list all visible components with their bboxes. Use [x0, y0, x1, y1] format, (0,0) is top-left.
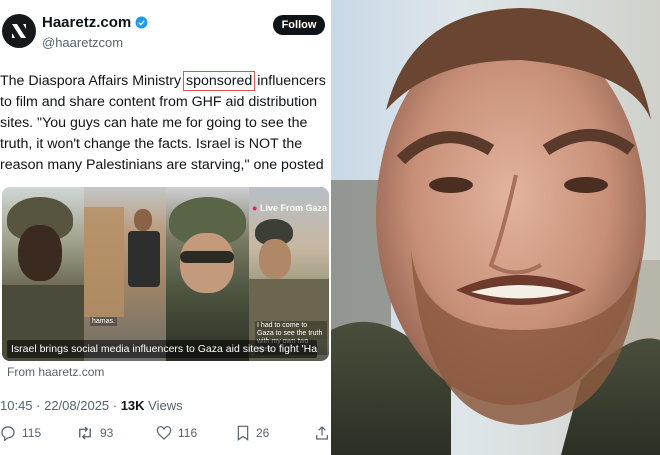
- bookmark-count: 26: [256, 426, 270, 440]
- tweet-text-line: sites. "You guys can hate me for going t…: [0, 115, 308, 131]
- timestamp[interactable]: 10:45 · 22/08/2025 ·: [0, 398, 121, 413]
- views-count: 13K: [120, 398, 145, 413]
- tweet-text-segment: The Diaspora Affairs Ministry: [0, 73, 182, 89]
- share-icon: [316, 426, 328, 440]
- person-shape: [128, 231, 160, 287]
- aid-boxes-shape: [84, 207, 124, 317]
- overlay-text-hamas: hamas.: [90, 317, 117, 326]
- follow-button[interactable]: Follow: [273, 15, 325, 35]
- link-card-image[interactable]: hamas. I had to come to Gaza to see the …: [2, 187, 329, 361]
- verified-badge-icon: [135, 16, 148, 29]
- card-photo-soldier-3: I had to come to Gaza to see the truth w…: [249, 187, 329, 361]
- views-label: Views: [144, 398, 183, 413]
- reply-count: 115: [22, 426, 42, 440]
- card-photo-aid-site: hamas.: [84, 187, 166, 361]
- card-caption[interactable]: Israel brings social media influencers t…: [7, 340, 317, 358]
- tweet-text-segment: influencers: [257, 73, 326, 89]
- bookmark-button[interactable]: 26: [236, 425, 269, 441]
- like-button[interactable]: 116: [156, 425, 197, 441]
- tweet-text-line: The Diaspora Affairs Ministry sponsored …: [0, 71, 331, 92]
- reply-icon: [1, 426, 15, 441]
- sunglasses-shape: [180, 251, 234, 263]
- face-shape: [259, 239, 291, 279]
- face-shape: [134, 209, 152, 231]
- card-photo-soldier-1: [2, 187, 84, 361]
- tweet-metadata: 10:45 · 22/08/2025 · 13K Views: [0, 398, 183, 413]
- like-count: 116: [178, 426, 198, 440]
- face-shape: [180, 233, 234, 293]
- reply-button[interactable]: 115: [0, 425, 41, 441]
- video-frame: [331, 0, 660, 455]
- tweet-text-line: truth, it won't change the facts. Israel…: [0, 136, 303, 152]
- man-face-photo: [331, 8, 660, 455]
- author-handle[interactable]: @haaretzcom: [42, 35, 123, 50]
- tweet-text-line: to film and share content from GHF aid d…: [0, 94, 317, 110]
- haaretz-logo-icon: [12, 24, 26, 38]
- bookmark-icon: [237, 425, 249, 441]
- repost-icon: [79, 426, 91, 440]
- link-source[interactable]: From haaretz.com: [7, 365, 104, 379]
- highlighted-word: sponsored: [183, 71, 256, 91]
- repost-count: 93: [100, 426, 114, 440]
- heart-icon: [156, 426, 172, 440]
- action-bar: 115 93 116 26: [0, 425, 331, 445]
- share-button[interactable]: [314, 425, 330, 441]
- tweet-text-line: reason many Palestinians are starving," …: [0, 157, 324, 173]
- face-shape: [18, 225, 62, 281]
- haaretz-avatar[interactable]: [2, 14, 36, 48]
- live-from-gaza-badge: ● Live From Gaza: [252, 203, 327, 213]
- live-label: Live From Gaza: [259, 203, 327, 213]
- author-name[interactable]: Haaretz.com: [42, 14, 131, 31]
- repost-button[interactable]: 93: [76, 425, 113, 441]
- live-dot-icon: ●: [252, 203, 258, 213]
- tweet-panel: Haaretz.com @haaretzcom Follow The Diasp…: [0, 0, 331, 455]
- tweet-text: The Diaspora Affairs Ministry sponsored …: [0, 71, 331, 176]
- author-name-row: Haaretz.com: [42, 14, 148, 31]
- card-photo-soldier-2: [166, 187, 249, 361]
